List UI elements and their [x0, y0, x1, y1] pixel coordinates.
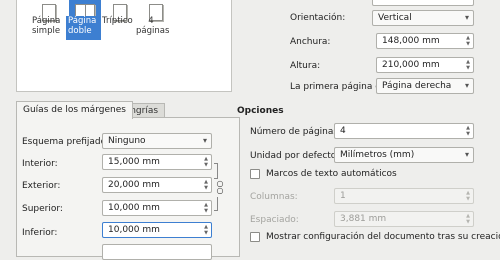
chevron-down-icon: ▾	[464, 150, 469, 159]
width-label: Anchura:	[290, 37, 331, 47]
spin-arrows-icon[interactable]: ▲ ▼	[203, 224, 209, 236]
spin-arrows-icon[interactable]: ▲ ▼	[203, 202, 209, 214]
spacing-label: Espaciado:	[250, 215, 299, 225]
top-value: 10,000 mm	[108, 203, 160, 213]
tab-margin-guides[interactable]: Guías de los márgenes	[16, 101, 133, 119]
chain-link-icon[interactable]: ○ ○	[216, 180, 224, 195]
spin-arrows-icon[interactable]: ▲ ▼	[465, 213, 471, 225]
pages-spinbox[interactable]: 4 ▲ ▼	[334, 123, 474, 139]
height-value: 210,000 mm	[382, 60, 440, 70]
spin-arrows-icon[interactable]: ▲ ▼	[465, 190, 471, 202]
unit-value: Milímetros (mm)	[340, 150, 415, 160]
top-spinbox[interactable]: 10,000 mm ▲ ▼	[102, 200, 212, 216]
chevron-down-icon: ▾	[464, 81, 469, 90]
auto-frames-checkbox[interactable]	[250, 169, 260, 179]
first-page-label: La primera página es:	[290, 82, 389, 92]
outer-value: 20,000 mm	[108, 180, 160, 190]
show-settings-label: Mostrar configuración del documento tras…	[266, 232, 500, 242]
extra-spinbox-partial[interactable]	[102, 244, 212, 260]
preset-combo[interactable]: Ninguno ▾	[102, 133, 212, 149]
width-value: 148,000 mm	[382, 36, 440, 46]
bottom-value: 10,000 mm	[108, 225, 160, 235]
inner-label: Interior:	[22, 159, 58, 169]
auto-frames-label: Marcos de texto automáticos	[266, 169, 397, 179]
layout-chooser	[16, 0, 232, 92]
show-settings-checkbox[interactable]	[250, 232, 260, 242]
first-page-value: Página derecha	[382, 81, 452, 91]
width-spinbox[interactable]: 148,000 mm ▲ ▼	[376, 33, 474, 49]
spin-arrows-icon[interactable]: ▲ ▼	[203, 156, 209, 168]
spin-arrows-icon[interactable]: ▲ ▼	[203, 179, 209, 191]
inner-spinbox[interactable]: 15,000 mm ▲ ▼	[102, 154, 212, 170]
bottom-spinbox[interactable]: 10,000 mm ▲ ▼	[102, 222, 212, 238]
top-label: Superior:	[22, 204, 63, 214]
height-spinbox[interactable]: 210,000 mm ▲ ▼	[376, 57, 474, 73]
height-label: Altura:	[290, 61, 321, 71]
orientation-combo[interactable]: Vertical ▾	[372, 10, 474, 26]
pages-value: 4	[340, 126, 346, 136]
bottom-label: Inferior:	[22, 228, 58, 238]
outer-spinbox[interactable]: 20,000 mm ▲ ▼	[102, 177, 212, 193]
page-size-combo-top[interactable]: ▾	[372, 0, 474, 6]
spin-arrows-icon[interactable]: ▲ ▼	[465, 125, 471, 137]
spin-arrows-icon[interactable]: ▲ ▼	[465, 59, 471, 71]
pages-label: Número de páginas:	[250, 127, 342, 137]
preset-value: Ninguno	[108, 136, 146, 146]
spin-arrows-icon[interactable]: ▲ ▼	[465, 35, 471, 47]
preset-label: Esquema prefijado:	[22, 137, 110, 147]
unit-label: Unidad por defecto:	[250, 151, 340, 161]
spacing-spinbox[interactable]: 3,881 mm ▲ ▼	[334, 211, 474, 227]
orientation-label: Orientación:	[290, 13, 346, 23]
orientation-value: Vertical	[378, 13, 412, 23]
first-page-combo[interactable]: Página derecha ▾	[376, 78, 474, 94]
layout-triptych-label: Tríptico	[102, 16, 133, 26]
options-title: Opciones	[237, 106, 284, 116]
outer-label: Exterior:	[22, 181, 61, 191]
unit-combo[interactable]: Milímetros (mm) ▾	[334, 147, 474, 163]
layout-double-label: Página doble	[66, 16, 100, 40]
layout-four-label: 4 páginas	[136, 16, 170, 36]
link-bracket-bottom	[214, 197, 218, 211]
columns-spinbox[interactable]: 1 ▲ ▼	[334, 188, 474, 204]
chevron-down-icon: ▾	[202, 136, 207, 145]
layout-single-label: Página simple	[32, 16, 61, 36]
spacing-value: 3,881 mm	[340, 214, 387, 224]
columns-label: Columnas:	[250, 192, 298, 202]
columns-value: 1	[340, 191, 346, 201]
link-bracket-top	[214, 163, 218, 179]
chevron-down-icon: ▾	[464, 13, 469, 22]
inner-value: 15,000 mm	[108, 157, 160, 167]
